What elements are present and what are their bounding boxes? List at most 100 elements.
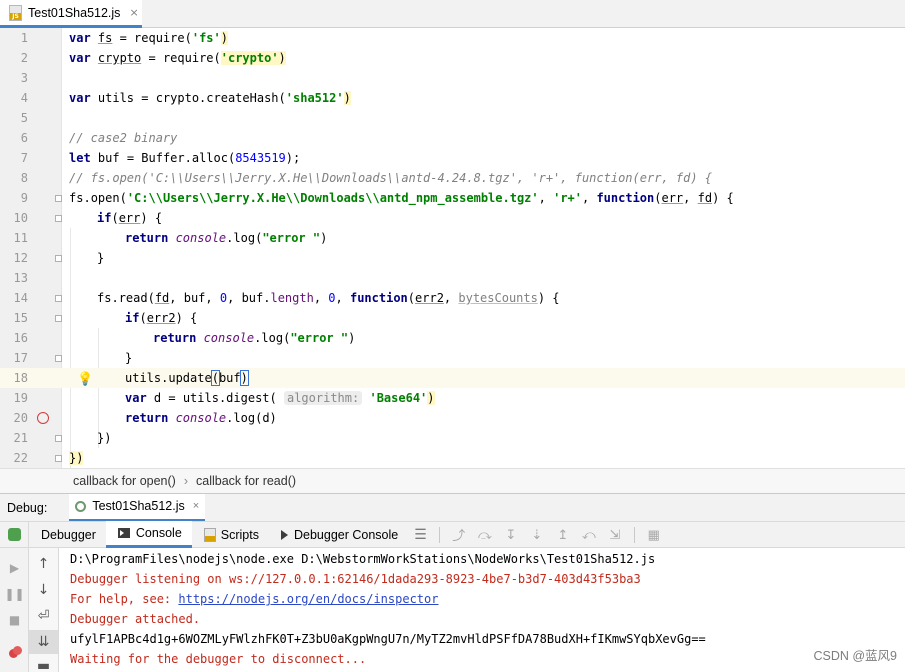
line-number: 1 (20, 31, 28, 45)
fold-marker-icon[interactable] (55, 455, 62, 462)
code-line[interactable]: 4 var utils = crypto.createHash('sha512'… (0, 88, 905, 108)
code-text: ( (278, 91, 286, 105)
resume-icon[interactable]: ▶ (0, 556, 29, 580)
console-nav-column: ↑ ↓ ⏎ ⇊ ▬ (29, 548, 59, 672)
code-text: = crypto. (134, 91, 207, 105)
code-line[interactable]: 21 }) (0, 428, 905, 448)
console-line: Debugger attached. (70, 612, 201, 626)
code-line[interactable]: 11 return console.log("error ") (0, 228, 905, 248)
line-number: 5 (20, 111, 28, 125)
code-line[interactable]: 13 (0, 268, 905, 288)
rerun-debug-button[interactable] (0, 521, 29, 548)
fold-marker-icon[interactable] (55, 315, 62, 322)
string-literal: "error " (290, 331, 349, 345)
fold-marker-icon[interactable] (55, 215, 62, 222)
keyword: return (125, 231, 176, 245)
code-text: ) (427, 391, 435, 405)
code-line[interactable]: 7 let buf = Buffer.alloc(8543519); (0, 148, 905, 168)
code-line[interactable]: 8 // fs.open('C:\\Users\\Jerry.X.He\\Dow… (0, 168, 905, 188)
fold-marker-icon[interactable] (55, 295, 62, 302)
code-text: fs. (97, 291, 119, 305)
fold-marker-icon[interactable] (55, 195, 62, 202)
show-execution-point-icon[interactable]: ⤴ (446, 524, 472, 546)
code-text: ( (269, 391, 284, 405)
identifier: fs (97, 31, 113, 45)
lightbulb-icon[interactable]: 💡 (77, 370, 93, 390)
tab-debugger[interactable]: Debugger (29, 521, 106, 548)
parameter: bytesCounts (458, 291, 538, 305)
keyword: var (69, 91, 98, 105)
keyword: return (153, 331, 204, 345)
code-line[interactable]: 10 if(err) { (0, 208, 905, 228)
file-tab[interactable]: Test01Sha512.js × (0, 0, 142, 28)
stop-icon[interactable]: ■ (0, 608, 29, 632)
code-line[interactable]: 22 }) (0, 448, 905, 468)
method-name: open (90, 191, 120, 205)
tab-debugger-console[interactable]: Debugger Console (269, 521, 408, 548)
tab-console[interactable]: Console (105, 521, 192, 548)
tab-scripts-label: Scripts (220, 527, 259, 542)
print-icon[interactable]: ▬ (29, 654, 58, 672)
method-name: createHash (206, 91, 279, 105)
step-over-icon[interactable]: ⤼ (472, 524, 498, 546)
code-line[interactable]: 20 return console.log(d) (0, 408, 905, 428)
breadcrumb-item-read-callback[interactable]: callback for read() (196, 474, 296, 488)
identifier: buf (183, 291, 206, 305)
debug-session-tab[interactable]: Test01Sha512.js × (69, 493, 206, 522)
breakpoints-icon (8, 646, 22, 658)
code-line[interactable]: 1 var fs = require('fs') (0, 28, 905, 48)
soft-wrap-icon[interactable]: ⏎ (29, 604, 58, 628)
breakpoint-icon[interactable] (37, 412, 49, 424)
breadcrumb-item-open-callback[interactable]: callback for open() (73, 474, 176, 488)
pause-icon[interactable]: ❚❚ (0, 582, 29, 606)
fold-marker-icon[interactable] (55, 355, 62, 362)
code-line[interactable]: 19 var d = utils.digest( algorithm: 'Bas… (0, 388, 905, 408)
code-text: ) (239, 370, 249, 386)
code-line[interactable]: 17 } (0, 348, 905, 368)
code-line[interactable]: 16 return console.log("error ") (0, 328, 905, 348)
method-name: digest (226, 391, 270, 405)
parameter: err (661, 191, 684, 205)
line-number: 12 (13, 251, 28, 265)
keyword: var (69, 51, 98, 65)
run-to-cursor-icon[interactable]: ⇲ (602, 524, 628, 546)
line-number: 7 (20, 151, 28, 165)
keyword: let (69, 151, 98, 165)
step-out-icon[interactable]: ↥ (550, 524, 576, 546)
evaluate-expression-icon[interactable]: ▦ (641, 524, 667, 546)
scroll-to-end-icon[interactable]: ⇊ (29, 630, 58, 654)
code-line[interactable]: 2 var crypto = require('crypto') (0, 48, 905, 68)
code-line[interactable]: 15 if(err2) { (0, 308, 905, 328)
code-line[interactable]: 9 fs.open('C:\\Users\\Jerry.X.He\\Downlo… (0, 188, 905, 208)
current-code-line[interactable]: 18 💡 utils.update(buf) (0, 368, 905, 388)
close-icon[interactable]: × (193, 500, 199, 512)
inspector-docs-link[interactable]: https://nodejs.org/en/docs/inspector (178, 592, 438, 606)
code-editor[interactable]: 1 var fs = require('fs') 2 var crypto = … (0, 28, 905, 468)
node-config-icon (75, 500, 87, 512)
identifier: crypto (97, 51, 142, 65)
code-text: }) (69, 451, 84, 465)
arrow-up-icon[interactable]: ↑ (29, 552, 58, 576)
code-line[interactable]: 5 (0, 108, 905, 128)
fold-marker-icon[interactable] (55, 435, 62, 442)
code-line[interactable]: 12 } (0, 248, 905, 268)
hamburger-menu-icon[interactable]: ☰ (408, 526, 433, 543)
parameter: err2 (415, 291, 444, 305)
line-number: 20 (13, 411, 28, 425)
view-breakpoints-button[interactable] (0, 640, 29, 664)
tab-scripts[interactable]: Scripts (192, 521, 269, 548)
drop-frame-icon[interactable]: ⤺ (576, 524, 602, 546)
code-line[interactable]: 3 (0, 68, 905, 88)
console-output[interactable]: D:\ProgramFiles\nodejs\node.exe D:\Webst… (59, 548, 905, 672)
fold-marker-icon[interactable] (55, 255, 62, 262)
close-icon[interactable]: × (129, 6, 138, 19)
code-text: ) { (140, 211, 163, 225)
tab-console-label: Console (135, 526, 182, 540)
arrow-down-icon[interactable]: ↓ (29, 578, 58, 602)
method-name: log (233, 411, 256, 425)
code-line[interactable]: 6 // case2 binary (0, 128, 905, 148)
code-line[interactable]: 14 fs.read(fd, buf, 0, buf.length, 0, fu… (0, 288, 905, 308)
comment: // fs.open('C:\\Users\\Jerry.X.He\\Downl… (69, 171, 712, 185)
force-step-into-icon[interactable]: ⇣ (524, 524, 550, 546)
step-into-icon[interactable]: ↧ (498, 524, 524, 546)
